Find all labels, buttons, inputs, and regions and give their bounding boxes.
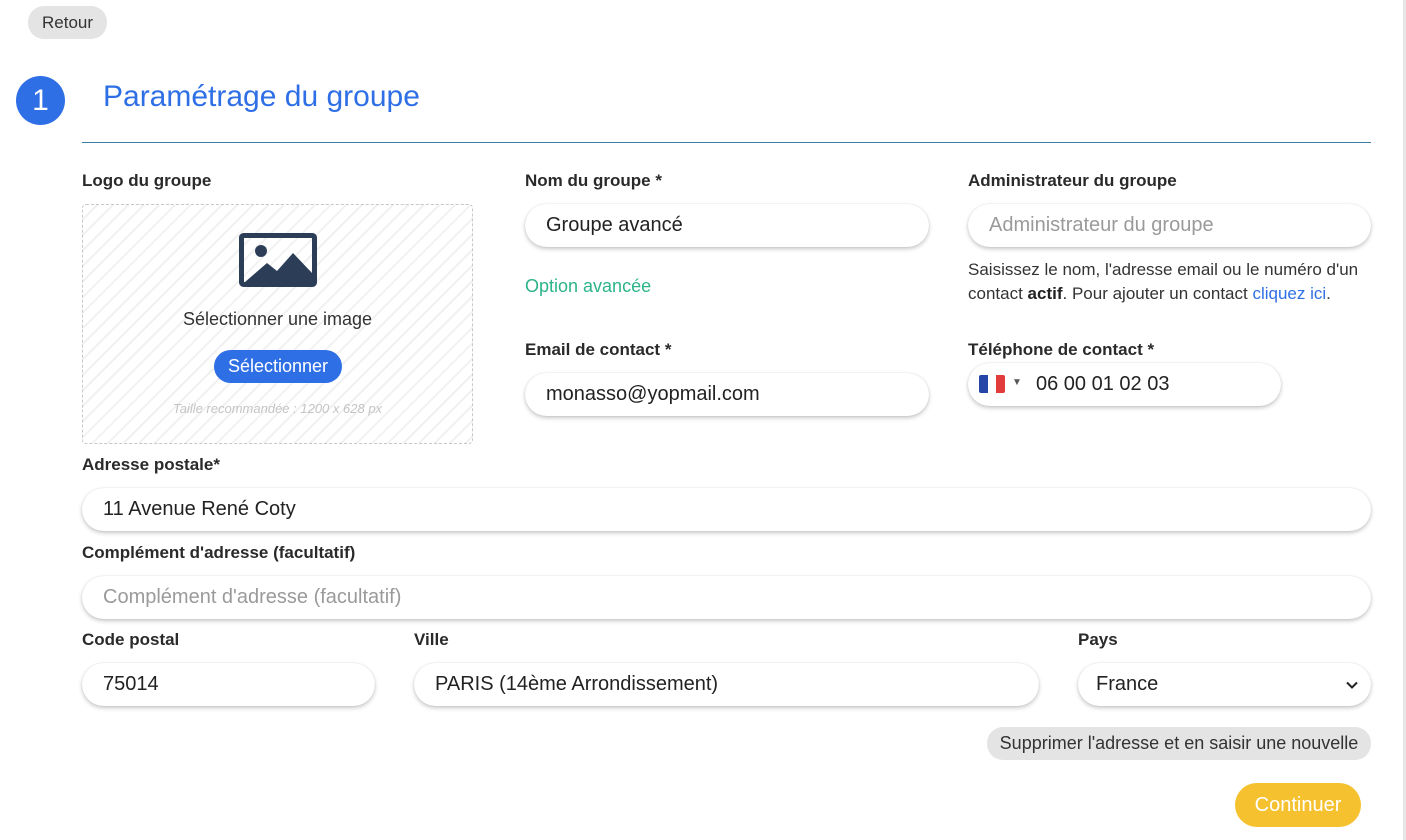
admin-help-text: Saisissez le nom, l'adresse email ou le … xyxy=(968,258,1376,305)
add-contact-link[interactable]: cliquez ici xyxy=(1252,284,1326,303)
admin-label: Administrateur du groupe xyxy=(968,171,1177,190)
admin-input[interactable]: Administrateur du groupe xyxy=(968,204,1371,247)
back-button[interactable]: Retour xyxy=(28,6,107,39)
group-name-input[interactable]: Groupe avancé xyxy=(525,204,929,247)
image-icon xyxy=(239,233,317,287)
admin-help-bold: actif xyxy=(1027,283,1063,303)
address-input[interactable]: 11 Avenue René Coty xyxy=(82,488,1371,531)
admin-help-part: . Pour ajouter un contact xyxy=(1062,283,1253,303)
phone-input[interactable]: ▼ 06 00 01 02 03 xyxy=(968,363,1281,406)
phone-label: Téléphone de contact * xyxy=(968,340,1155,359)
section-title: Paramétrage du groupe xyxy=(103,80,420,113)
advanced-option-link[interactable]: Option avancée xyxy=(525,276,651,297)
address-complement-input[interactable]: Complément d'adresse (facultatif) xyxy=(82,576,1371,619)
admin-help-part: . xyxy=(1326,283,1331,303)
select-image-button[interactable]: Sélectionner xyxy=(214,350,342,383)
group-name-label: Nom du groupe * xyxy=(525,171,662,190)
country-select[interactable]: France xyxy=(1078,663,1371,706)
section-divider xyxy=(82,142,1371,143)
email-input[interactable]: monasso@yopmail.com xyxy=(525,373,929,416)
country-label: Pays xyxy=(1078,630,1118,649)
city-input[interactable]: PARIS (14ème Arrondissement) xyxy=(414,663,1039,706)
address-complement-label: Complément d'adresse (facultatif) xyxy=(82,543,356,562)
logo-label: Logo du groupe xyxy=(82,171,212,190)
logo-dropzone[interactable]: Sélectionner une image Sélectionner Tail… xyxy=(82,204,473,444)
phone-value[interactable]: 06 00 01 02 03 xyxy=(1036,373,1169,396)
postal-code-input[interactable]: 75014 xyxy=(82,663,375,706)
address-label: Adresse postale* xyxy=(82,455,220,474)
select-image-text: Sélectionner une image xyxy=(182,309,373,329)
france-flag-icon[interactable] xyxy=(979,375,1005,393)
city-label: Ville xyxy=(414,630,449,649)
continue-button[interactable]: Continuer xyxy=(1235,783,1361,827)
email-label: Email de contact * xyxy=(525,340,672,359)
caret-down-icon[interactable]: ▼ xyxy=(1012,377,1022,388)
delete-address-button[interactable]: Supprimer l'adresse et en saisir une nou… xyxy=(987,727,1371,760)
step-number-badge: 1 xyxy=(16,76,65,125)
chevron-down-icon xyxy=(1346,681,1358,689)
image-size-hint: Taille recommandée : 1200 x 628 px xyxy=(172,401,383,416)
postal-code-label: Code postal xyxy=(82,630,180,649)
country-value: France xyxy=(1096,673,1159,695)
